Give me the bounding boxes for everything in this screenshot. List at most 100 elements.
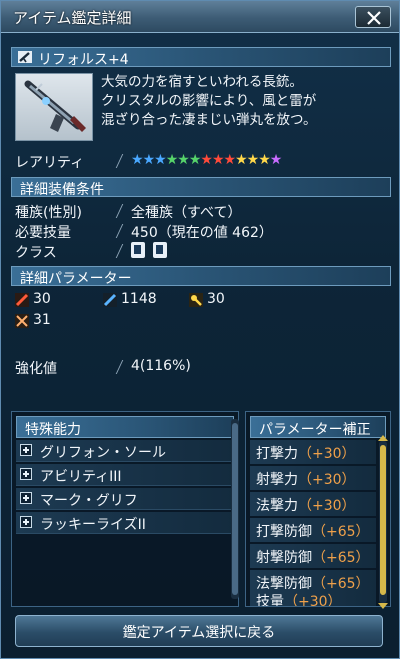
dexterity-icon [15, 314, 29, 328]
item-appraisal-window: アイテム鑑定詳細 リフォルス+4 大気の力を宿すといわれる長銃。 クリスタルの影… [0, 0, 400, 659]
params-header-label: 詳細パラメーター [20, 271, 132, 287]
rarity-star-icon: ★ [142, 152, 156, 168]
expand-icon [20, 492, 32, 504]
bonus-value: （+65） [312, 576, 370, 592]
expand-icon [20, 468, 32, 480]
rarity-star-icon: ★ [200, 152, 213, 168]
requirements-header: 詳細装備条件 [11, 177, 391, 198]
description-line: クリスタルの影響により、風と雷が [101, 93, 317, 109]
ability-item[interactable]: アビリティIII [16, 464, 236, 486]
rarity-star-icon: ★ [246, 152, 260, 168]
strike-value: 30 [33, 291, 51, 307]
window-title: アイテム鑑定詳細 [13, 9, 132, 27]
bonus-name: 技量 [256, 594, 284, 606]
item-description: 大気の力を宿すといわれる長銃。 クリスタルの影響により、風と雷が 混ざり合った凄… [101, 73, 393, 130]
separator [115, 244, 124, 258]
bonus-row: 打撃力（+30） [250, 440, 376, 464]
abilities-panel: 特殊能力 グリフォン・ソール アビリティIII マーク・グリフ ラッキーライズI… [11, 411, 239, 607]
ability-item[interactable]: マーク・グリフ [16, 488, 236, 510]
rarity-stars: ★★★★★★★★★★★★★ [131, 152, 283, 168]
bonus-value: （+30） [298, 472, 356, 488]
tech-value: 30 [207, 291, 225, 307]
description-line: 混ざり合った凄まじい弾丸を放つ。 [101, 112, 317, 128]
bonus-name: 法撃力 [256, 498, 298, 514]
bonus-row: 技量（+30） [250, 592, 376, 606]
expand-icon [20, 444, 32, 456]
skill-label: 必要技量 [15, 225, 71, 241]
scroll-up-arrow[interactable] [378, 435, 388, 441]
params-header: 詳細パラメーター [11, 266, 391, 287]
bonus-row: 射撃防御（+65） [250, 544, 376, 568]
bonus-name: 射撃力 [256, 472, 298, 488]
separator [115, 204, 124, 218]
titlebar: アイテム鑑定詳細 [1, 1, 399, 33]
ability-label: ラッキーライズII [40, 517, 146, 533]
close-button[interactable] [355, 6, 391, 28]
weapon-thumbnail [15, 73, 93, 141]
class-label: クラス [15, 245, 57, 261]
back-button-label: 鑑定アイテム選択に戻る [122, 625, 276, 641]
rarity-star-icon: ★ [154, 152, 167, 168]
requirements-header-label: 詳細装備条件 [20, 182, 104, 198]
race-value: 全種族（すべて） [131, 205, 242, 221]
bonus-row: 打撃防御（+65） [250, 518, 376, 542]
bonus-scroll-thumb[interactable] [380, 445, 386, 595]
close-icon [367, 11, 381, 25]
rifle-icon [18, 51, 32, 63]
abilities-header: 特殊能力 [16, 416, 234, 438]
enhance-label: 強化値 [15, 361, 57, 377]
separator [115, 224, 124, 238]
bonus-header: パラメーター補正 [250, 416, 386, 438]
rarity-star-icon: ★ [223, 152, 237, 168]
bonus-row: 射撃力（+30） [250, 466, 376, 490]
bonus-value: （+30） [298, 498, 356, 514]
item-name-bar: リフォルス+4 [11, 47, 391, 68]
bonus-name: 打撃防御 [256, 524, 312, 540]
scroll-down-arrow[interactable] [378, 603, 388, 609]
ability-item[interactable]: グリフォン・ソール [16, 440, 236, 462]
strike-attack-icon [15, 293, 29, 307]
rarity-star-icon: ★ [269, 152, 283, 168]
bonus-header-label: パラメーター補正 [259, 422, 371, 438]
long-rifle-icon [24, 80, 86, 132]
ability-label: マーク・グリフ [40, 493, 138, 509]
range-value: 1148 [121, 291, 157, 307]
description-line: 大気の力を宿すといわれる長銃。 [101, 74, 303, 90]
bonus-value: （+30） [298, 446, 356, 462]
rarity-star-icon: ★ [258, 152, 271, 168]
separator [115, 154, 124, 168]
separator [115, 360, 124, 374]
bonus-value: （+65） [312, 550, 370, 566]
race-label: 種族(性別) [15, 205, 82, 221]
rarity-star-icon: ★ [188, 152, 202, 168]
bonus-row: 法撃力（+30） [250, 492, 376, 516]
bonus-name: 射撃防御 [256, 550, 312, 566]
bonus-scrollbar[interactable] [378, 435, 388, 609]
bonus-panel: パラメーター補正 打撃力（+30） 射撃力（+30） 法撃力（+30） 打撃防御… [245, 411, 391, 607]
enhance-value: 4(116%) [131, 358, 191, 374]
skill-value: 450（現在の値 462） [131, 225, 273, 241]
bonus-name: 打撃力 [256, 446, 298, 462]
tech-attack-icon [189, 293, 203, 307]
dexterity-value: 31 [33, 312, 51, 328]
bonus-value: （+65） [312, 524, 370, 540]
rarity-star-icon: ★ [235, 152, 248, 168]
abilities-header-label: 特殊能力 [25, 422, 81, 438]
item-name: リフォルス+4 [38, 52, 129, 68]
class-ranger-icon [131, 242, 145, 258]
back-to-selection-button[interactable]: 鑑定アイテム選択に戻る [15, 615, 383, 647]
expand-icon [20, 516, 32, 528]
bonus-row: 法撃防御（+65） [250, 570, 376, 594]
rarity-star-icon: ★ [165, 152, 179, 168]
bonus-name: 法撃防御 [256, 576, 312, 592]
class-gunner-icon [153, 242, 167, 258]
abilities-scrollbar[interactable] [231, 419, 239, 599]
range-attack-icon [103, 293, 117, 307]
ability-item[interactable]: ラッキーライズII [16, 512, 236, 534]
rarity-star-icon: ★ [211, 152, 225, 168]
ability-label: グリフォン・ソール [40, 445, 166, 461]
rarity-label: レアリティ [15, 155, 85, 171]
bonus-value: （+30） [284, 594, 342, 606]
abilities-scroll-thumb[interactable] [232, 423, 238, 595]
rarity-star-icon: ★ [131, 152, 144, 168]
